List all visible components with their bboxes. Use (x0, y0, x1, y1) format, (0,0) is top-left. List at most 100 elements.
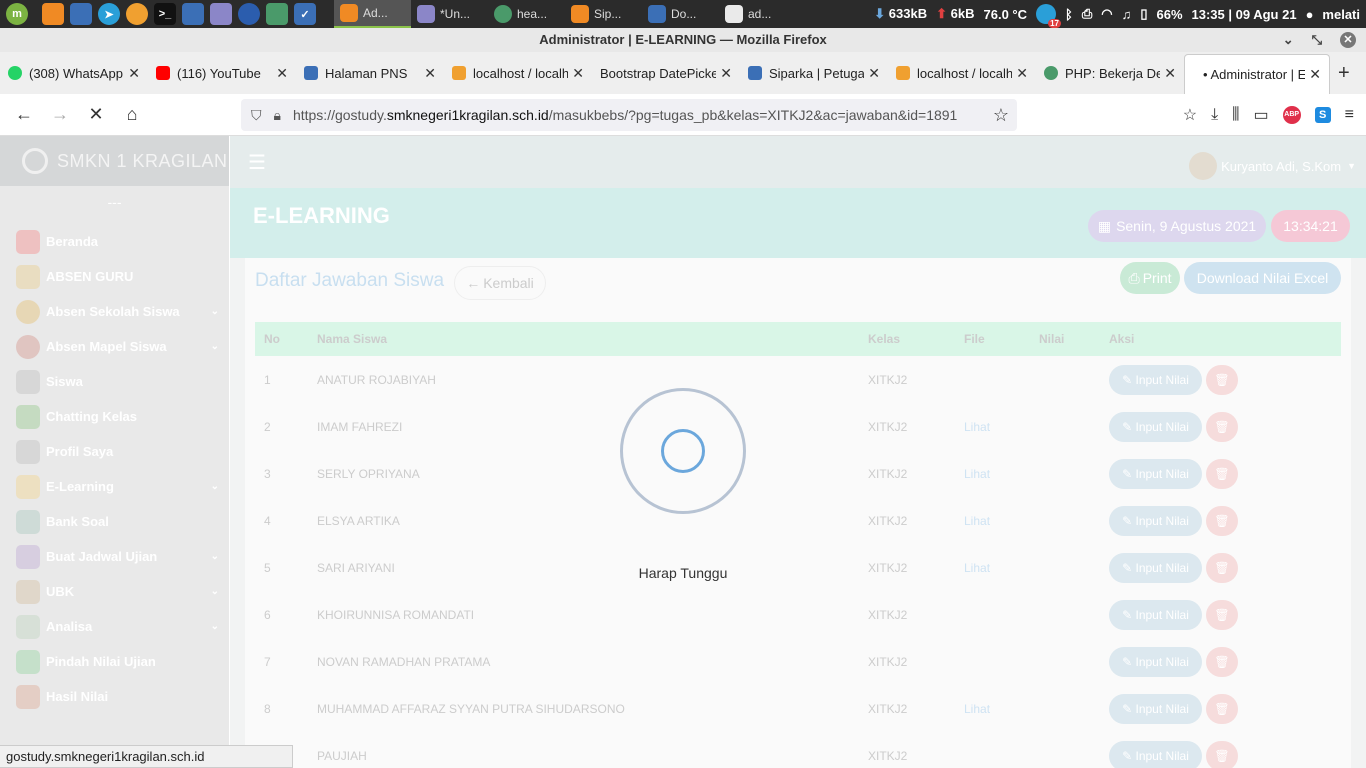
app-launcher-icon[interactable] (238, 3, 260, 25)
input-nilai-button[interactable]: ✎ Input Nilai (1109, 552, 1202, 583)
checkbox-app-icon[interactable]: ✓ (294, 3, 316, 25)
sidebar-item-absen-sekolah-siswa[interactable]: Absen Sekolah Siswa ⌄ (0, 294, 229, 329)
back-button[interactable]: ← Kembali (454, 266, 546, 300)
app-launcher-icon[interactable] (70, 3, 92, 25)
close-tab-icon[interactable]: ✕ (868, 65, 880, 82)
print-button[interactable]: ⎙ Print (1120, 262, 1180, 294)
input-nilai-button[interactable]: ✎ Input Nilai (1109, 693, 1202, 724)
sidebar-item-buat-jadwal-ujian[interactable]: Buat Jadwal Ujian ⌄ (0, 539, 229, 574)
delete-button[interactable]: 🗑︎ (1206, 693, 1238, 724)
wifi-icon[interactable]: ◠ (1101, 6, 1112, 22)
bookmark-star-icon[interactable]: ☆ (993, 105, 1009, 126)
sidebar-item-ubk[interactable]: UBK ⌄ (0, 574, 229, 609)
taskbar-item[interactable]: *Un... (411, 0, 488, 28)
shield-icon[interactable]: ⛉ (251, 107, 262, 124)
file-link[interactable]: Lihat (955, 450, 1030, 497)
sidebar-toggle-icon[interactable]: ▭ (1254, 105, 1269, 125)
file-link[interactable]: Lihat (955, 685, 1030, 732)
input-nilai-button[interactable]: ✎ Input Nilai (1109, 740, 1202, 768)
user-icon[interactable]: ● (1306, 7, 1314, 22)
delete-button[interactable]: 🗑︎ (1206, 740, 1238, 768)
file-link[interactable] (955, 732, 1030, 768)
sidebar-item-absen-mapel-siswa[interactable]: Absen Mapel Siswa ⌄ (0, 329, 229, 364)
menu-icon[interactable]: ≡ (1345, 106, 1354, 124)
adblock-icon[interactable]: ABP (1282, 106, 1301, 124)
home-icon[interactable]: ⌂ (114, 104, 150, 125)
printer-icon[interactable]: ⎙ (1082, 6, 1092, 22)
tab-php-docs[interactable]: PHP: Bekerja Dengan✕ (1036, 52, 1184, 94)
file-link[interactable]: Lihat (955, 403, 1030, 450)
tab-halaman-pns[interactable]: Halaman PNS ✕ (296, 52, 444, 94)
taskbar-item[interactable]: ad... (719, 0, 796, 28)
delete-button[interactable]: 🗑︎ (1206, 411, 1238, 442)
tab-localhost[interactable]: localhost / localhost✕ (444, 52, 592, 94)
lock-icon[interactable]: 🔒︎ (274, 107, 281, 124)
sidebar-item-analisa[interactable]: Analisa ⌄ (0, 609, 229, 644)
terminal-icon[interactable]: >_ (154, 3, 176, 25)
telegram-icon[interactable]: ➤ (98, 3, 120, 25)
sidebar-item-siswa[interactable]: Siswa (0, 364, 229, 399)
session-user[interactable]: melati (1322, 7, 1360, 22)
screenshot-icon[interactable] (182, 3, 204, 25)
minimize-icon[interactable]: ⌄ (1283, 28, 1294, 52)
restore-icon[interactable]: ⤡ (1312, 28, 1322, 52)
sidebar-item-pindah-nilai-ujian[interactable]: Pindah Nilai Ujian (0, 644, 229, 679)
telegram-tray-icon[interactable]: 17 (1036, 4, 1062, 28)
tab-localhost[interactable]: localhost / localhost✕ (888, 52, 1036, 94)
library-icon[interactable]: ⫼ (1232, 106, 1239, 124)
taskbar-item[interactable]: Sip... (565, 0, 642, 28)
extension-s-icon[interactable]: S (1314, 107, 1331, 123)
sidebar-item-e-learning[interactable]: E-Learning ⌄ (0, 469, 229, 504)
sidebar-item-beranda[interactable]: Beranda (0, 224, 229, 259)
sidebar-item-chatting-kelas[interactable]: Chatting Kelas (0, 399, 229, 434)
stop-icon[interactable]: ✕ (78, 104, 114, 125)
tab-siparka[interactable]: Siparka | Petugas ✕ (740, 52, 888, 94)
battery-icon[interactable]: ▯ (1140, 6, 1147, 22)
app-launcher-icon[interactable] (126, 3, 148, 25)
file-link[interactable] (955, 591, 1030, 638)
input-nilai-button[interactable]: ✎ Input Nilai (1109, 599, 1202, 630)
input-nilai-button[interactable]: ✎ Input Nilai (1109, 505, 1202, 536)
file-link[interactable] (955, 356, 1030, 403)
tab-whatsapp[interactable]: (308) WhatsApp ✕ (0, 52, 148, 94)
input-nilai-button[interactable]: ✎ Input Nilai (1109, 646, 1202, 677)
taskbar-item[interactable]: Do... (642, 0, 719, 28)
tab-youtube[interactable]: (116) YouTube ✕ (148, 52, 296, 94)
close-tab-icon[interactable]: ✕ (1309, 66, 1321, 83)
taskbar-item[interactable]: Ad... (334, 0, 411, 28)
close-tab-icon[interactable]: ✕ (720, 65, 732, 82)
close-tab-icon[interactable]: ✕ (1016, 65, 1028, 82)
text-editor-icon[interactable] (210, 3, 232, 25)
delete-button[interactable]: 🗑︎ (1206, 505, 1238, 536)
download-icon[interactable]: ⤓ (1211, 106, 1218, 124)
file-link[interactable]: Lihat (955, 497, 1030, 544)
mint-menu-icon[interactable]: m (6, 3, 28, 25)
delete-button[interactable]: 🗑︎ (1206, 646, 1238, 677)
forward-icon[interactable]: → (42, 104, 78, 125)
sidebar-item-hasil-nilai[interactable]: Hasil Nilai (0, 679, 229, 714)
sidebar-item-bank-soal[interactable]: Bank Soal (0, 504, 229, 539)
file-link[interactable] (955, 638, 1030, 685)
close-tab-icon[interactable]: ✕ (424, 65, 436, 82)
close-tab-icon[interactable]: ✕ (1164, 65, 1176, 82)
user-menu[interactable]: Kuryanto Adi, S.Kom ▼ (1189, 152, 1356, 180)
sidebar-brand[interactable]: SMKN 1 KRAGILAN (0, 136, 229, 186)
music-icon[interactable]: ♫ (1122, 7, 1132, 22)
sidebar-item-profil-saya[interactable]: Profil Saya (0, 434, 229, 469)
delete-button[interactable]: 🗑︎ (1206, 552, 1238, 583)
clock[interactable]: 13:35 | 09 Agu 21 (1192, 7, 1297, 22)
tab-administrator[interactable]: • Administrator | E ✕ (1184, 54, 1330, 94)
close-tab-icon[interactable]: ✕ (572, 65, 584, 82)
back-icon[interactable]: ← (6, 104, 42, 125)
delete-button[interactable]: 🗑︎ (1206, 364, 1238, 395)
delete-button[interactable]: 🗑︎ (1206, 458, 1238, 489)
app-launcher-icon[interactable] (42, 3, 64, 25)
file-link[interactable]: Lihat (955, 544, 1030, 591)
hamburger-icon[interactable]: ☰ (248, 150, 266, 175)
close-tab-icon[interactable]: ✕ (128, 65, 140, 82)
download-excel-button[interactable]: Download Nilai Excel (1184, 262, 1341, 294)
input-nilai-button[interactable]: ✎ Input Nilai (1109, 411, 1202, 442)
bluetooth-icon[interactable]: ᛒ (1065, 7, 1073, 22)
url-bar[interactable]: ⛉ 🔒︎ https://gostudy. smknegeri1kragilan.… (241, 99, 1017, 131)
sidebar-item-absen-guru[interactable]: ABSEN GURU (0, 259, 229, 294)
